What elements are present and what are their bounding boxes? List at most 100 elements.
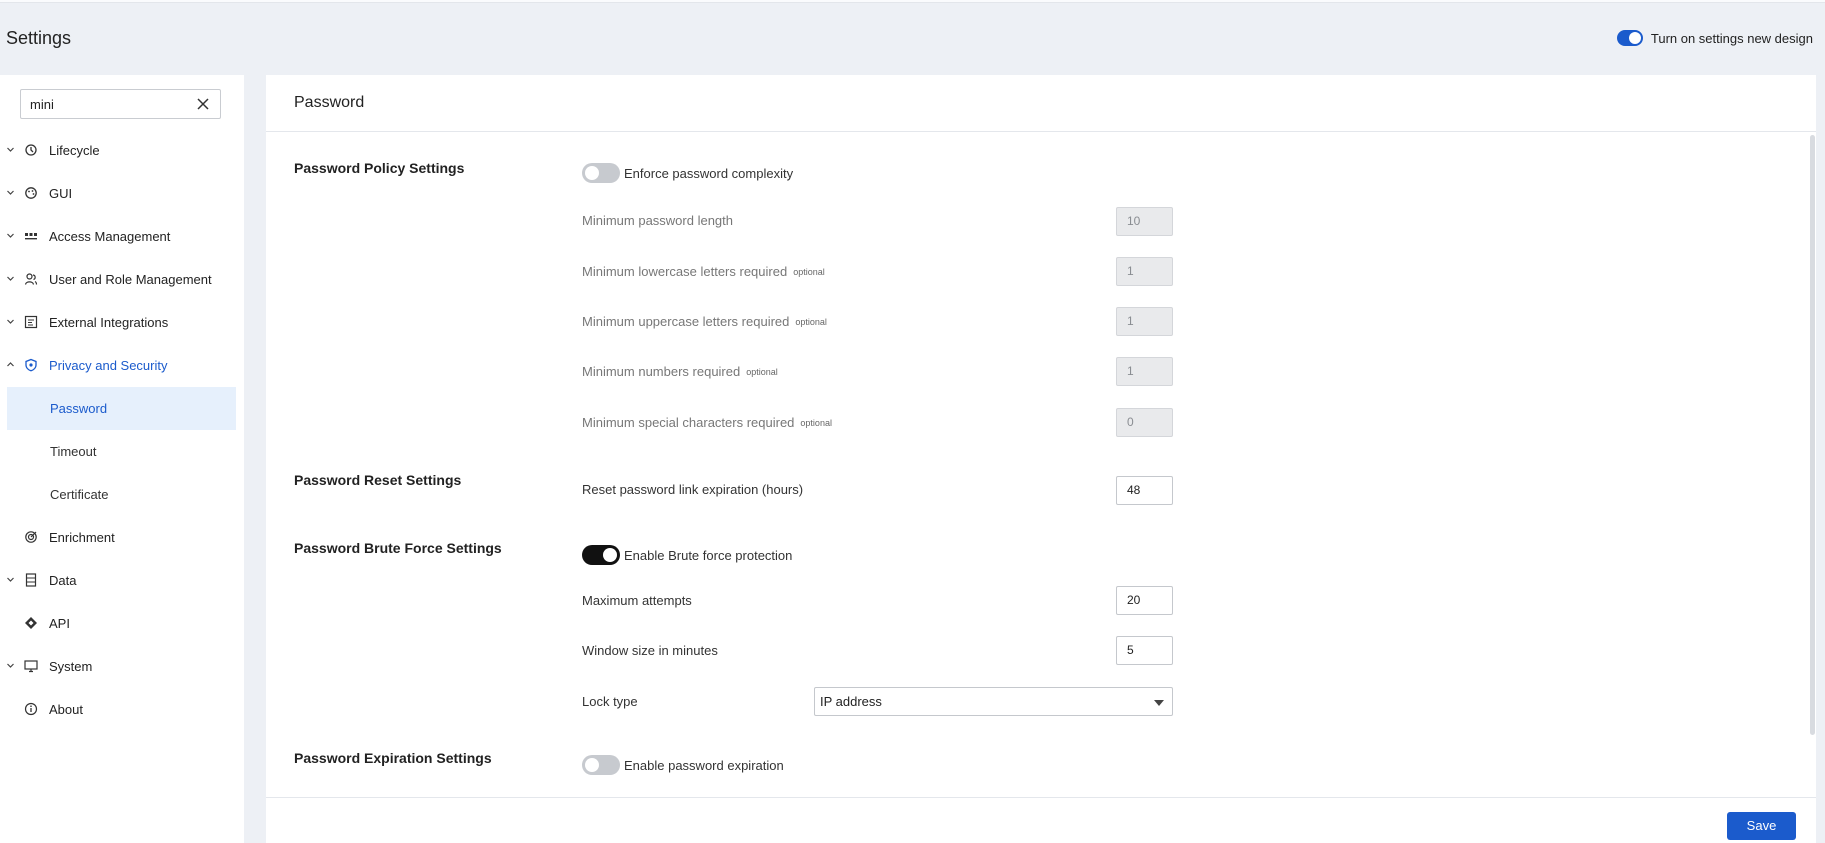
window-size-label: Window size in minutes [582, 643, 718, 658]
reset-expiration-input[interactable]: 48 [1116, 476, 1173, 505]
min-lowercase-input[interactable]: 1 [1116, 257, 1173, 286]
sidebar-subitem-timeout[interactable]: Timeout [0, 430, 244, 473]
expiration-enable-row: Enable password expiration [582, 755, 784, 775]
policy-section-title: Password Policy Settings [294, 160, 465, 176]
sidebar-item-user-role-management[interactable]: User and Role Management [0, 258, 244, 301]
lock-type-label: Lock type [582, 694, 638, 709]
min-length-row: Minimum password length [582, 213, 733, 228]
reset-section-title: Password Reset Settings [294, 472, 462, 488]
integrations-icon [24, 315, 38, 329]
sidebar-item-lifecycle[interactable]: Lifecycle [0, 129, 244, 172]
min-lowercase-label: Minimum lowercase letters required [582, 264, 788, 279]
search-box [20, 89, 221, 119]
panel-header: Password [266, 75, 1816, 132]
lock-type-row: Lock type [582, 694, 638, 709]
sidebar-item-label: GUI [49, 186, 73, 201]
min-length-label: Minimum password length [582, 213, 734, 228]
max-attempts-input[interactable]: 20 [1116, 586, 1173, 615]
window-size-input[interactable]: 5 [1116, 636, 1173, 665]
sidebar-subitem-label: Certificate [50, 487, 109, 502]
sidebar-item-label: Privacy and Security [49, 358, 168, 373]
sidebar-subitem-certificate[interactable]: Certificate [0, 473, 244, 516]
panel-footer: Save [266, 797, 1816, 843]
min-lowercase-row: Minimum lowercase letters required optio… [582, 264, 825, 279]
sidebar-item-system[interactable]: System [0, 645, 244, 688]
lock-type-value: IP address [820, 694, 882, 709]
sidebar-item-about[interactable]: About [0, 688, 244, 731]
new-design-label: Turn on settings new design [1650, 30, 1813, 46]
sidebar-item-label: API [49, 616, 70, 631]
sidebar-nav: Lifecycle GUI Access Management User and… [0, 129, 244, 731]
save-button[interactable]: Save [1727, 812, 1796, 840]
optional-tag: optional [795, 316, 827, 327]
chevron-up-icon [7, 362, 14, 367]
optional-tag: optional [793, 266, 825, 277]
lock-type-select[interactable]: IP address [814, 687, 1173, 716]
sidebar-item-api[interactable]: API [0, 602, 244, 645]
main-panel: Password Password Policy Settings Enforc… [266, 75, 1816, 843]
min-uppercase-row: Minimum uppercase letters required optio… [582, 314, 827, 329]
palette-icon [25, 187, 37, 199]
min-numbers-row: Minimum numbers required optional [582, 364, 778, 379]
sidebar-item-label: User and Role Management [49, 272, 212, 287]
min-numbers-label: Minimum numbers required [582, 364, 741, 379]
sidebar-item-label: Data [49, 573, 77, 588]
password-expiration-toggle[interactable] [582, 755, 620, 775]
sidebar-subitem-password[interactable]: Password [7, 387, 236, 430]
info-icon [24, 702, 38, 716]
enforce-complexity-toggle[interactable] [582, 163, 620, 183]
min-numbers-input[interactable]: 1 [1116, 357, 1173, 386]
optional-tag: optional [800, 417, 832, 428]
search-input[interactable] [30, 96, 190, 112]
top-border [0, 0, 1825, 3]
brute-force-label: Enable Brute force protection [624, 547, 793, 563]
brute-force-toggle[interactable] [582, 545, 620, 565]
password-expiration-label: Enable password expiration [624, 757, 784, 773]
chevron-down-icon [7, 147, 14, 152]
sidebar-subitem-label: Timeout [50, 444, 97, 459]
chevron-down-icon [7, 276, 14, 281]
shield-icon [25, 358, 37, 372]
sidebar-item-privacy-security[interactable]: Privacy and Security [0, 344, 244, 387]
brute-enable-row: Enable Brute force protection [582, 545, 792, 565]
users-icon [24, 273, 38, 285]
min-uppercase-label: Minimum uppercase letters required [582, 314, 790, 329]
sidebar-item-access-management[interactable]: Access Management [0, 215, 244, 258]
reset-expiration-label: Reset password link expiration (hours) [582, 482, 804, 497]
sidebar-item-label: Enrichment [49, 530, 115, 545]
sidebar-item-external-integrations[interactable]: External Integrations [0, 301, 244, 344]
new-design-toggle[interactable] [1616, 30, 1643, 46]
min-length-input[interactable]: 10 [1116, 207, 1173, 236]
optional-tag: optional [746, 366, 778, 377]
sidebar-item-gui[interactable]: GUI [0, 172, 244, 215]
max-attempts-row: Maximum attempts [582, 593, 692, 608]
min-uppercase-input[interactable]: 1 [1116, 307, 1173, 336]
vertical-scrollbar[interactable] [1810, 135, 1815, 735]
chevron-down-icon [7, 233, 14, 238]
sidebar-item-label: Access Management [49, 229, 171, 244]
sidebar-item-data[interactable]: Data [0, 559, 244, 602]
chevron-down-icon [7, 319, 14, 324]
min-special-label: Minimum special characters required [582, 415, 795, 430]
sidebar-item-label: External Integrations [49, 315, 169, 330]
new-design-toggle-group: Turn on settings new design [1616, 30, 1813, 46]
enrichment-icon [25, 531, 37, 543]
sidebar: Lifecycle GUI Access Management User and… [0, 75, 244, 843]
sidebar-subitem-label: Password [50, 401, 108, 416]
data-icon [25, 573, 37, 587]
sidebar-item-enrichment[interactable]: Enrichment [0, 516, 244, 559]
min-special-input[interactable]: 0 [1116, 408, 1173, 437]
sidebar-item-label: Lifecycle [49, 143, 100, 158]
enforce-complexity-row: Enforce password complexity [582, 163, 793, 183]
chevron-down-icon [7, 663, 14, 668]
access-icon [25, 233, 37, 240]
monitor-icon [24, 660, 38, 673]
clear-search-icon[interactable] [196, 97, 210, 111]
api-icon [25, 617, 37, 629]
expiration-section-title: Password Expiration Settings [294, 750, 492, 766]
chevron-down-icon [7, 577, 14, 582]
max-attempts-label: Maximum attempts [582, 593, 692, 608]
brute-section-title: Password Brute Force Settings [294, 540, 502, 556]
sidebar-item-label: About [49, 702, 83, 717]
enforce-complexity-label: Enforce password complexity [624, 165, 794, 181]
